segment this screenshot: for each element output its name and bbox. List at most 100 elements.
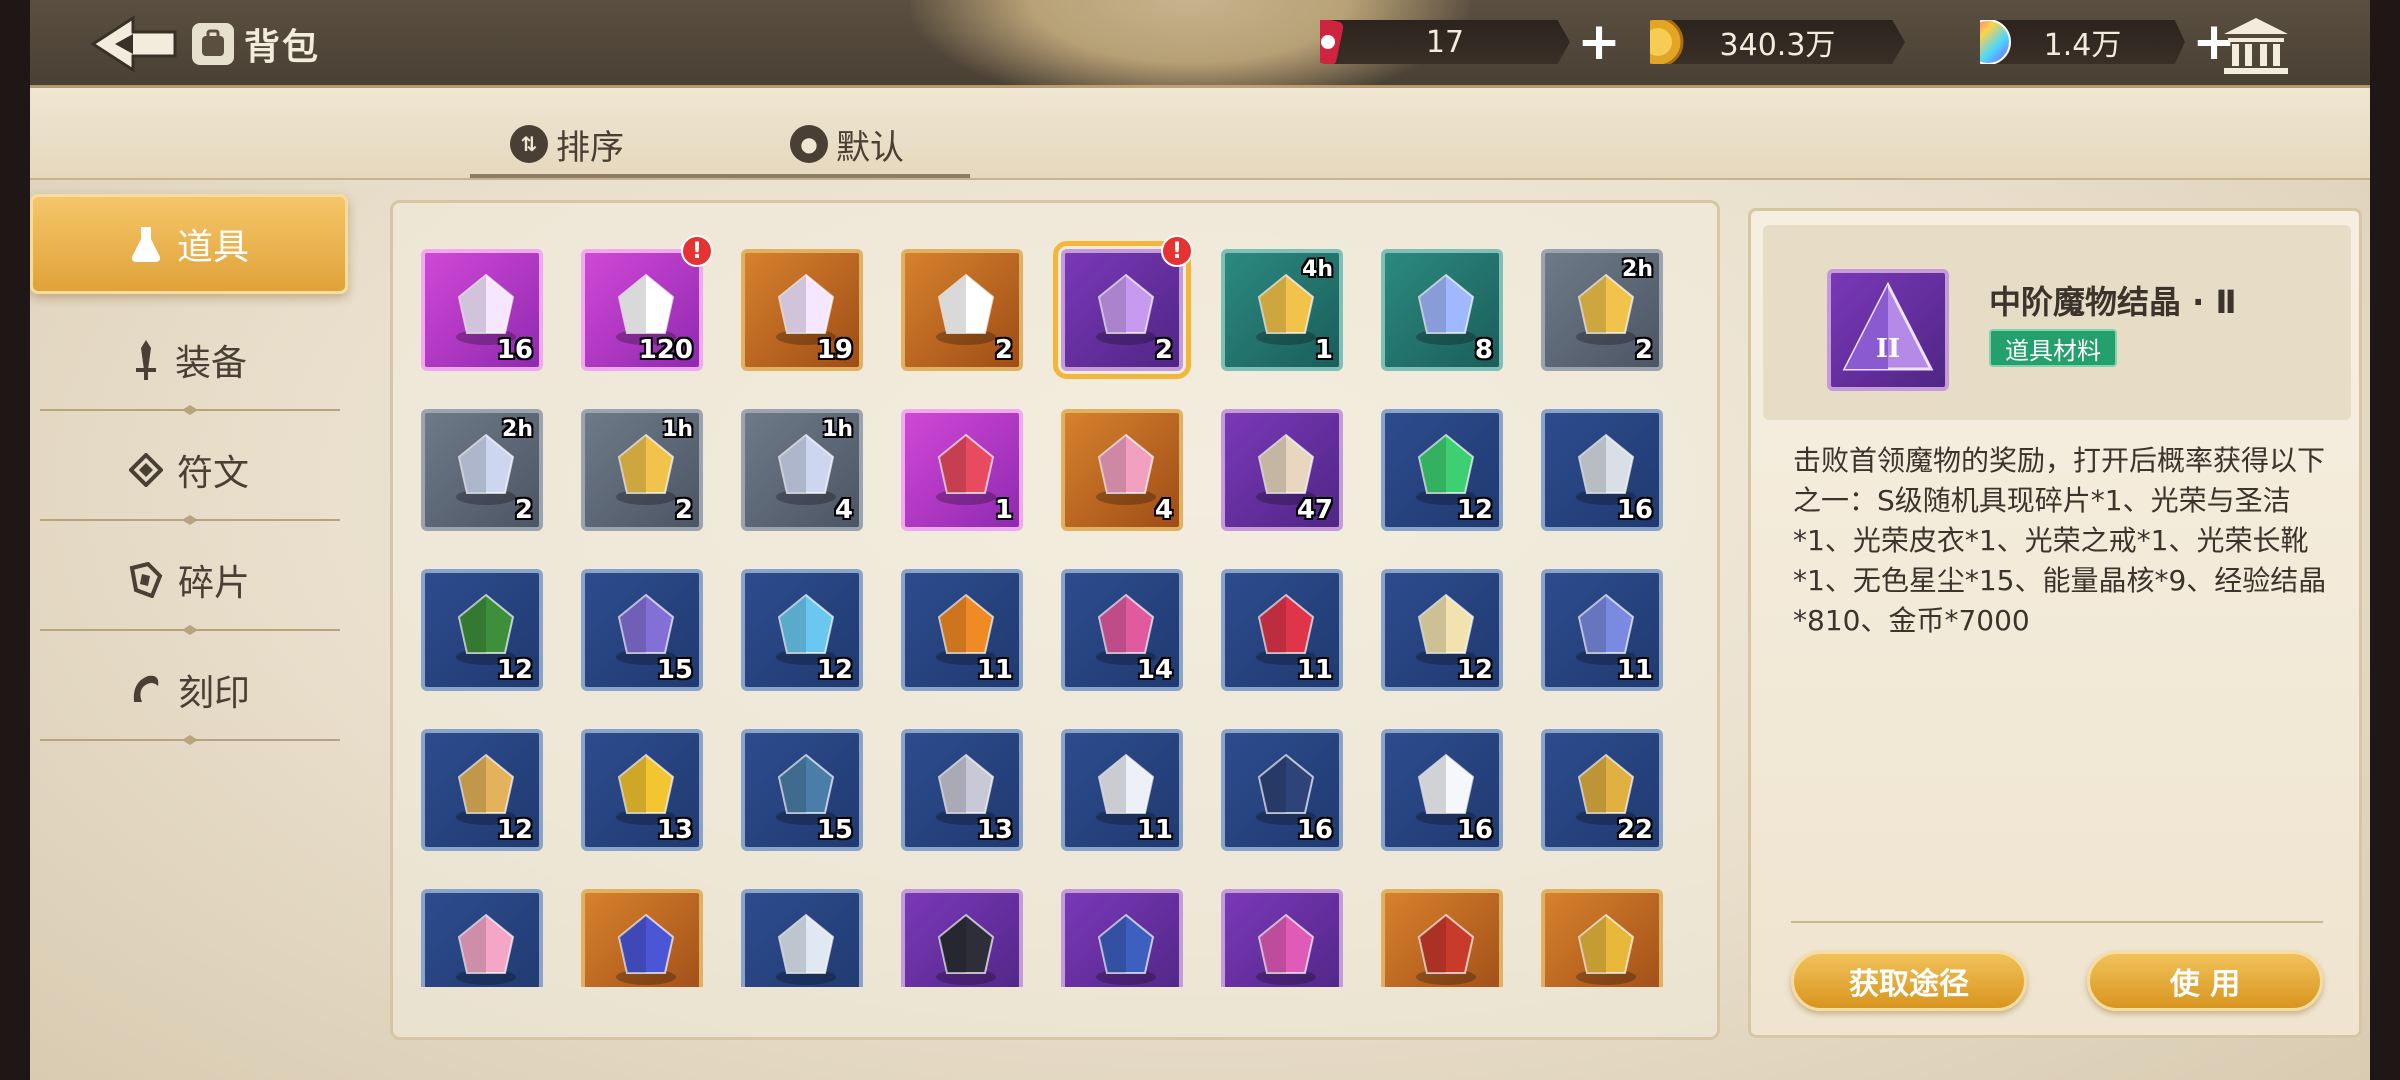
right-letterbox — [2370, 0, 2400, 1080]
item-quantity: 14 — [1136, 655, 1173, 685]
item-slot[interactable]: 11 — [1221, 569, 1343, 691]
item-quantity: 11 — [1616, 655, 1653, 685]
item-slot[interactable]: 11 — [901, 569, 1023, 691]
item-slot[interactable] — [1221, 889, 1343, 987]
item-slot[interactable]: 13 — [581, 729, 703, 851]
left-letterbox — [0, 0, 30, 1080]
item-slot[interactable]: 15 — [741, 729, 863, 851]
flask-icon — [131, 227, 161, 263]
category-tab-shards[interactable]: 碎片 — [30, 530, 348, 630]
sort-button[interactable]: ⇅ 排序 — [470, 118, 720, 178]
item-slot[interactable]: 11 — [1541, 569, 1663, 691]
item-slot[interactable]: 22 — [1541, 729, 1663, 851]
item-quantity: 2 — [1154, 335, 1173, 365]
item-quantity: 1 — [1314, 335, 1333, 365]
item-slot[interactable]: 2 — [1053, 241, 1191, 379]
bank-icon — [2224, 18, 2288, 74]
item-slot[interactable] — [581, 889, 703, 987]
item-slot[interactable] — [1381, 889, 1503, 987]
item-slot[interactable] — [1061, 889, 1183, 987]
category-label: 碎片 — [177, 563, 250, 604]
item-slot[interactable]: 12 — [421, 569, 543, 691]
item-slot[interactable]: 15 — [581, 569, 703, 691]
item-quantity: 19 — [816, 335, 853, 365]
item-slot[interactable]: 16 — [1221, 729, 1343, 851]
item-timer: 4h — [1302, 257, 1333, 282]
item-quantity: 11 — [1296, 655, 1333, 685]
item-slot[interactable]: 12 — [1381, 409, 1503, 531]
item-quantity: 16 — [1456, 815, 1493, 845]
item-slot[interactable]: 2h 2 — [1541, 249, 1663, 371]
item-slot[interactable] — [741, 889, 863, 987]
item-slot[interactable]: 14 — [1061, 569, 1183, 691]
item-quantity: 13 — [656, 815, 693, 845]
item-slot[interactable]: 13 — [901, 729, 1023, 851]
item-slot[interactable]: 12 — [1381, 569, 1503, 691]
item-quantity: 12 — [1456, 655, 1493, 685]
alert-badge-icon: ! — [1161, 235, 1193, 267]
item-description: 击败首领魔物的奖励，打开后概率获得以下之一：S级随机具现碎片*1、光荣与圣洁*1… — [1793, 444, 2327, 637]
svg-text:II: II — [1876, 334, 1900, 364]
rainbow-gem-icon — [1980, 20, 2011, 64]
item-slot[interactable]: 2h 2 — [421, 409, 543, 531]
nav-divider — [40, 735, 340, 745]
item-slot[interactable]: 4h 1 — [1221, 249, 1343, 371]
item-slot[interactable]: 11 — [1061, 729, 1183, 851]
acquire-source-button[interactable]: 获取途径 — [1791, 951, 2027, 1011]
filter-default-button[interactable]: ● 默认 — [720, 118, 970, 178]
item-slot[interactable] — [1541, 889, 1663, 987]
back-button[interactable] — [85, 14, 185, 74]
item-slot[interactable]: 1 — [901, 409, 1023, 531]
item-slot[interactable]: 16 — [1541, 409, 1663, 531]
item-slot[interactable] — [421, 889, 543, 987]
item-quantity: 120 — [638, 335, 693, 365]
item-slot[interactable]: 16 — [421, 249, 543, 371]
add-stamina-button[interactable]: + — [1576, 16, 1622, 68]
item-quantity: 2 — [674, 495, 693, 525]
backpack-icon — [192, 23, 234, 65]
item-slot[interactable]: 16 — [1381, 729, 1503, 851]
top-bar: 背包 17 + 340.3万 1.4万 + — [30, 0, 2370, 110]
category-tab-items[interactable]: 道具 — [30, 194, 348, 294]
selected-item-icon: II — [1827, 269, 1949, 391]
alert-badge-icon: ! — [681, 235, 713, 267]
item-slot[interactable]: 4 — [1061, 409, 1183, 531]
gem-value: 1.4万 — [2043, 28, 2122, 63]
item-slot[interactable]: 8 — [1381, 249, 1503, 371]
item-quantity: 2 — [994, 335, 1013, 365]
item-quantity: 1 — [994, 495, 1013, 525]
item-quantity: 8 — [1474, 335, 1493, 365]
category-tab-engravings[interactable]: 刻印 — [30, 640, 348, 740]
item-grid[interactable]: 16 120! 19 2 2! 4h 1 8 2h 2 2h 2 1h 2 1h 4 1 4 47 12 16 12 15 1… — [393, 203, 1717, 987]
item-quantity: 16 — [1616, 495, 1653, 525]
bank-button[interactable] — [2220, 14, 2292, 78]
category-label: 符文 — [176, 453, 249, 494]
item-slot[interactable]: 2 — [901, 249, 1023, 371]
category-tab-runes[interactable]: 符文 — [30, 420, 348, 520]
item-grid-panel: 16 120! 19 2 2! 4h 1 8 2h 2 2h 2 1h 2 1h 4 1 4 47 12 16 12 15 1… — [390, 200, 1720, 1040]
gold-value: 340.3万 — [1719, 28, 1836, 63]
use-button[interactable]: 使 用 — [2087, 951, 2323, 1011]
item-slot[interactable]: 12 — [421, 729, 543, 851]
item-slot[interactable]: 120 — [581, 249, 703, 371]
item-slot[interactable]: 47 — [1221, 409, 1343, 531]
seal-icon — [133, 675, 159, 702]
stamina-currency: 17 + — [1320, 16, 1622, 68]
nav-divider — [40, 515, 340, 525]
category-label: 道具 — [176, 227, 249, 268]
item-slot[interactable]: 1h 4 — [741, 409, 863, 531]
item-quantity: 16 — [496, 335, 533, 365]
item-slot[interactable]: 1h 2 — [581, 409, 703, 531]
item-slot[interactable] — [901, 889, 1023, 987]
category-tab-equipment[interactable]: 装备 — [30, 310, 348, 410]
category-label: 刻印 — [177, 673, 250, 714]
item-slot[interactable]: 12 — [741, 569, 863, 691]
item-quantity: 22 — [1616, 815, 1653, 845]
fashion-tag-icon — [1096, 913, 1156, 985]
item-quantity: 4 — [834, 495, 853, 525]
gold-coin-icon — [1650, 20, 1684, 64]
item-quantity: 2 — [514, 495, 533, 525]
item-slot[interactable]: 19 — [741, 249, 863, 371]
nav-divider — [40, 405, 340, 415]
purple-crystal-icon: II — [1842, 281, 1934, 371]
